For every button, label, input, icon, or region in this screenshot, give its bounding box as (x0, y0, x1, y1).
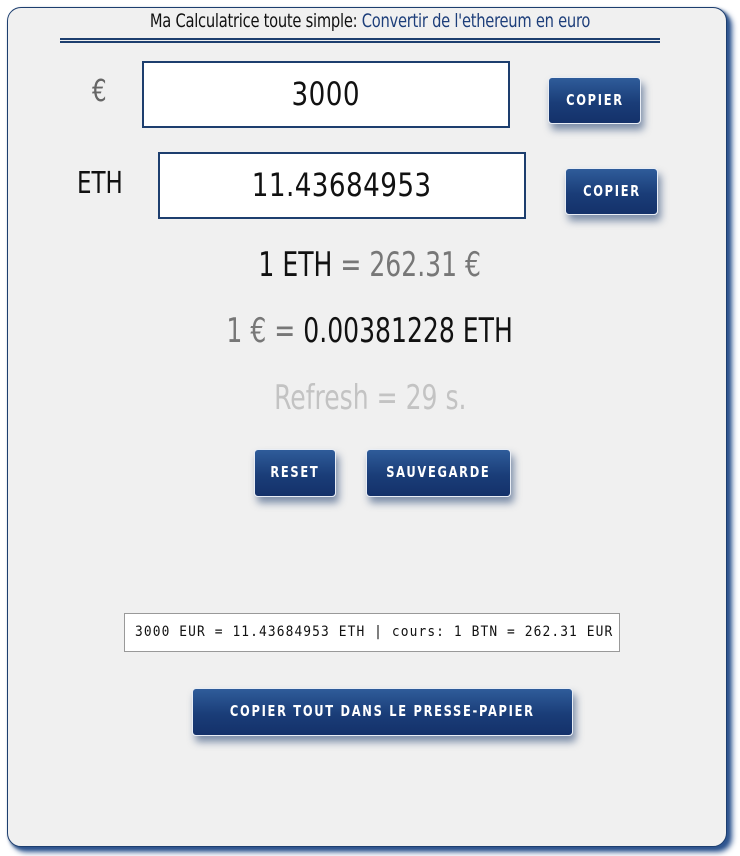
euro-label: € (92, 74, 107, 109)
refresh-text: Refresh = 29 s. (273, 378, 467, 418)
eth-unit: 1 ETH (258, 245, 333, 285)
reset-label: RESET (270, 463, 320, 481)
eur-unit: 1 € (226, 311, 267, 351)
save-label: SAUVEGARDE (386, 463, 491, 481)
summary-text: 3000 EUR = 11.43684953 ETH | cours: 1 BT… (135, 624, 614, 640)
summary-field[interactable]: 3000 EUR = 11.43684953 ETH | cours: 1 BT… (124, 613, 620, 652)
reset-button[interactable]: RESET (254, 449, 336, 497)
refresh-countdown: Refresh = 29 s. (0, 378, 740, 418)
title-accent: Convertir de l'ethereum en euro (361, 10, 591, 32)
title-divider (60, 38, 660, 43)
eth-price-eur: 262.31 € (369, 245, 482, 285)
copy-euro-label: COPIER (565, 91, 624, 109)
title-prefix: Ma Calculatrice toute simple: (149, 10, 362, 32)
page-title: Ma Calculatrice toute simple: Convertir … (52, 10, 688, 32)
eth-input[interactable]: 11.43684953 (158, 152, 526, 219)
eth-eq: = (332, 245, 370, 285)
copy-all-label: COPIER TOUT DANS LE PRESSE-PAPIER (230, 702, 535, 720)
eth-to-eur-rate: 1 ETH = 262.31 € (0, 245, 740, 285)
eur-to-eth-rate: 1 € = 0.00381228 ETH (0, 311, 740, 351)
copy-eth-label: COPIER (582, 182, 641, 200)
copy-eth-button[interactable]: COPIER (565, 168, 658, 215)
eth-input-value: 11.43684953 (252, 166, 432, 204)
eur-price-eth: 0.00381228 ETH (303, 311, 514, 351)
euro-input[interactable]: 3000 (142, 61, 510, 128)
copy-all-button[interactable]: COPIER TOUT DANS LE PRESSE-PAPIER (192, 688, 573, 736)
eur-eq: = (266, 311, 304, 351)
save-button[interactable]: SAUVEGARDE (366, 449, 511, 497)
euro-input-value: 3000 (291, 75, 361, 113)
copy-euro-button[interactable]: COPIER (548, 77, 641, 124)
eth-label: ETH (77, 166, 123, 201)
